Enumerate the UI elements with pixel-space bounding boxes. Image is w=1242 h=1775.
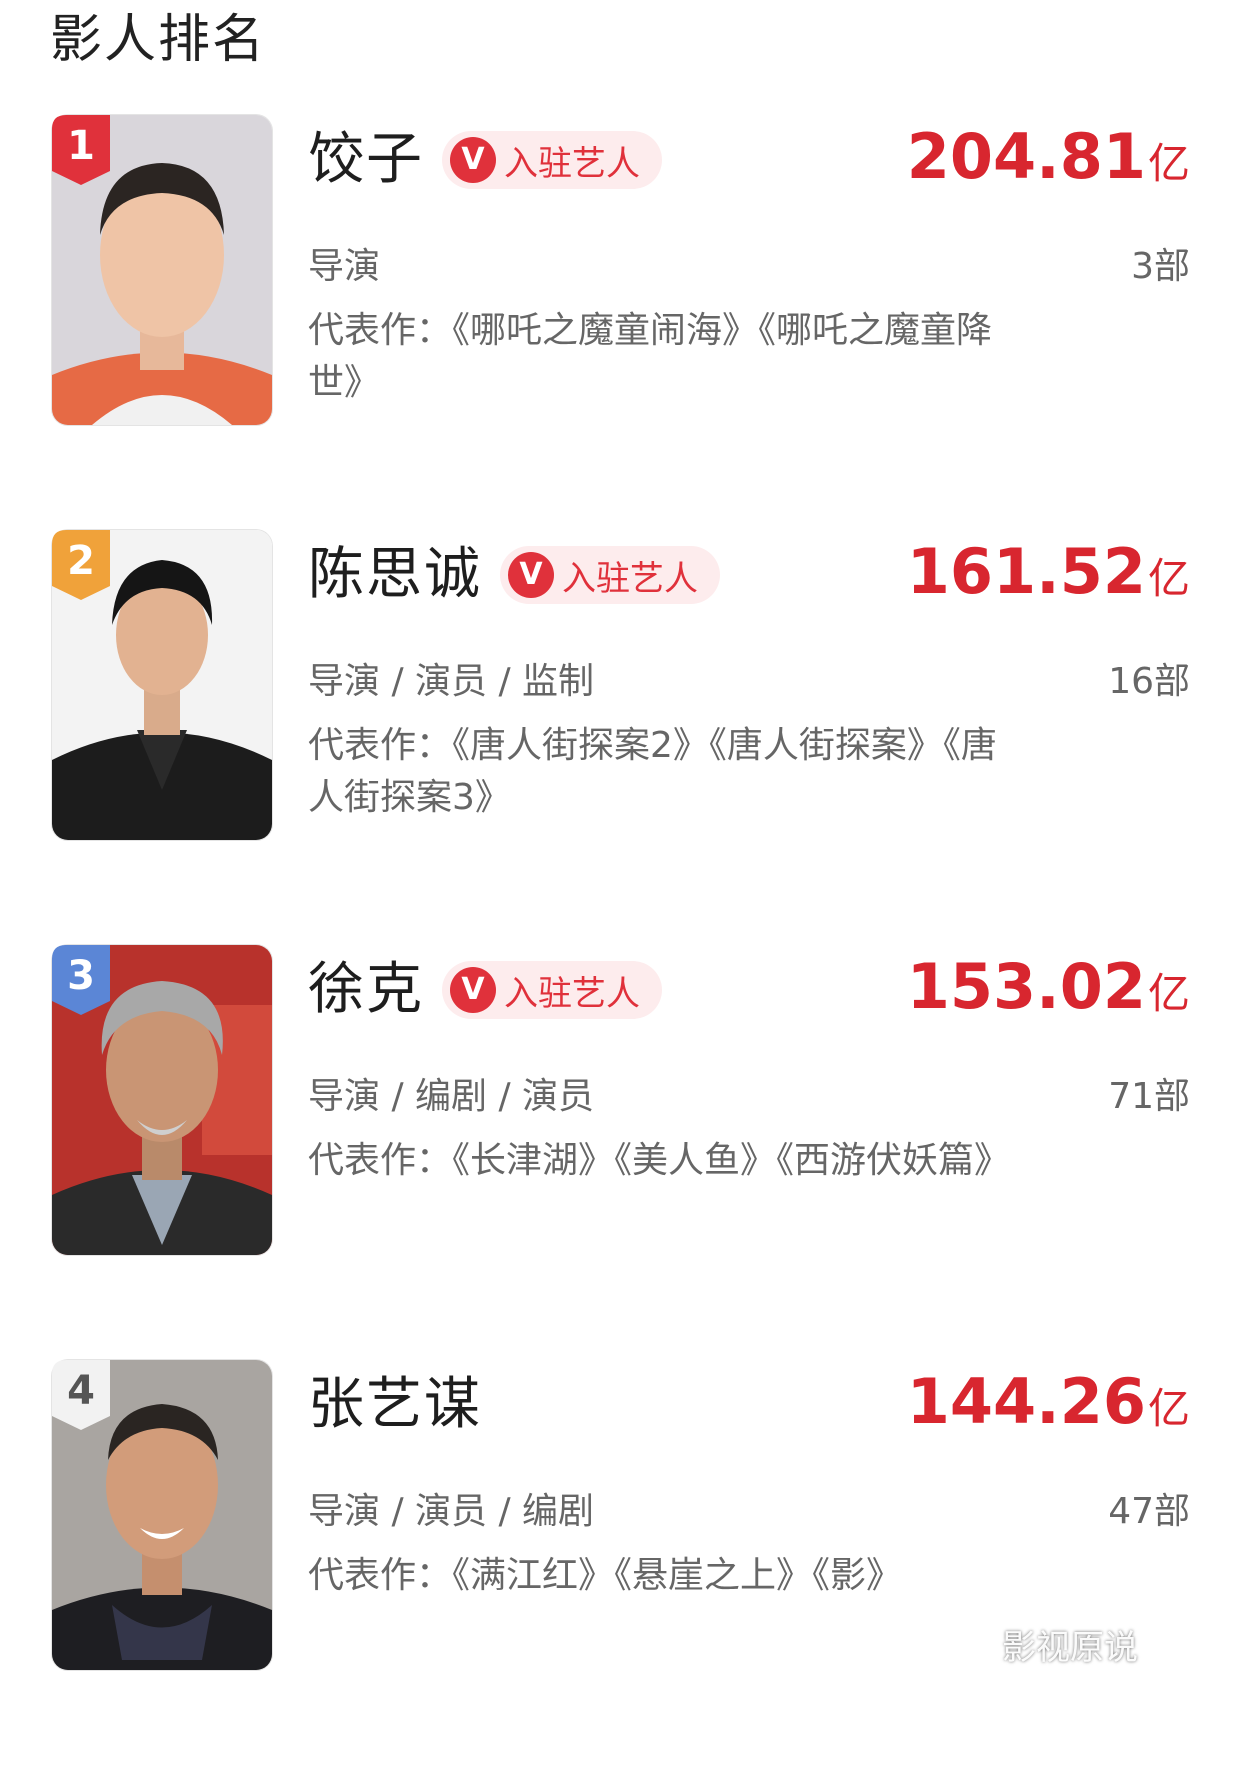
rank-badge: 2 <box>52 530 110 600</box>
film-count: 16部 <box>1108 661 1190 702</box>
entry-info: 陈思诚 V 入驻艺人 161.52亿 导演 / 演员 / 监制 16部 代表作：… <box>308 530 1190 840</box>
box-office-value: 204.81亿 <box>907 119 1190 202</box>
representative-works: 代表作：《唐人街探案2》《唐人街探案》《唐人街探案3》 <box>308 725 997 818</box>
person-name[interactable]: 徐克 <box>308 953 424 1027</box>
entry-info: 饺子 V 入驻艺人 204.81亿 导演 3部 代表作：《哪吒之魔童闹海》《哪吒… <box>308 115 1190 425</box>
box-office-number: 144.26 <box>906 1365 1146 1438</box>
ranking-item[interactable]: 3 徐克 V 入驻艺人 153.02亿 导演 / 编剧 / 演员 71部 代表作… <box>0 945 1242 1360</box>
roles-text: 导演 / 编剧 / 演员 <box>308 1076 595 1117</box>
box-office-value: 153.02亿 <box>907 949 1190 1032</box>
ranking-list: 1 饺子 V 入驻艺人 204.81亿 导演 3部 代表作：《哪吒之魔童闹海》《… <box>0 115 1242 1775</box>
section-title: 影人排名 <box>50 10 267 70</box>
film-count: 47部 <box>1108 1491 1190 1532</box>
entry-info: 徐克 V 入驻艺人 153.02亿 导演 / 编剧 / 演员 71部 代表作：《… <box>308 945 1190 1255</box>
artist-badge: V 入驻艺人 <box>442 961 662 1019</box>
representative-works: 代表作：《长津湖》《美人鱼》《西游伏妖篇》 <box>308 1140 1011 1181</box>
artist-badge-label: 入驻艺人 <box>504 143 640 184</box>
film-count: 71部 <box>1108 1076 1190 1117</box>
representative-works: 代表作：《满江红》《悬崖之上》《影》 <box>308 1555 903 1596</box>
box-office-number: 153.02 <box>906 950 1146 1023</box>
representative-works: 代表作：《哪吒之魔童闹海》《哪吒之魔童降世》 <box>308 310 993 403</box>
roles-text: 导演 / 演员 / 编剧 <box>308 1491 595 1532</box>
artist-badge-label: 入驻艺人 <box>504 973 640 1014</box>
rank-badge: 1 <box>52 115 110 185</box>
ranking-item[interactable]: 4 张艺谋 144.26亿 导演 / 演员 / 编剧 47部 代表作：《满江红》… <box>0 1360 1242 1775</box>
rank-number: 4 <box>67 1368 95 1414</box>
rank-number: 3 <box>67 953 95 999</box>
ranking-item[interactable]: 1 饺子 V 入驻艺人 204.81亿 导演 3部 代表作：《哪吒之魔童闹海》《… <box>0 115 1242 530</box>
verified-v-icon: V <box>508 552 554 598</box>
rank-number: 2 <box>67 538 95 584</box>
box-office-value: 144.26亿 <box>907 1364 1190 1447</box>
box-office-unit: 亿 <box>1147 1384 1190 1433</box>
roles-text: 导演 / 演员 / 监制 <box>308 661 595 702</box>
watermark: 影视原说 <box>1002 1628 1138 1668</box>
artist-badge: V 入驻艺人 <box>500 546 720 604</box>
person-name[interactable]: 张艺谋 <box>308 1368 482 1442</box>
rank-number: 1 <box>67 123 95 169</box>
rank-badge: 3 <box>52 945 110 1015</box>
person-name[interactable]: 饺子 <box>308 123 424 197</box>
verified-v-icon: V <box>450 967 496 1013</box>
rank-badge: 4 <box>52 1360 110 1430</box>
roles-text: 导演 <box>308 246 381 287</box>
verified-v-icon: V <box>450 137 496 183</box>
box-office-value: 161.52亿 <box>907 534 1190 617</box>
box-office-unit: 亿 <box>1147 969 1190 1018</box>
artist-badge: V 入驻艺人 <box>442 131 662 189</box>
ranking-item[interactable]: 2 陈思诚 V 入驻艺人 161.52亿 导演 / 演员 / 监制 16部 代表… <box>0 530 1242 945</box>
person-name[interactable]: 陈思诚 <box>308 538 482 612</box>
box-office-number: 161.52 <box>906 535 1146 608</box>
artist-badge-label: 入驻艺人 <box>562 558 698 599</box>
box-office-number: 204.81 <box>906 120 1146 193</box>
film-count: 3部 <box>1131 246 1190 287</box>
box-office-unit: 亿 <box>1147 554 1190 603</box>
box-office-unit: 亿 <box>1147 139 1190 188</box>
